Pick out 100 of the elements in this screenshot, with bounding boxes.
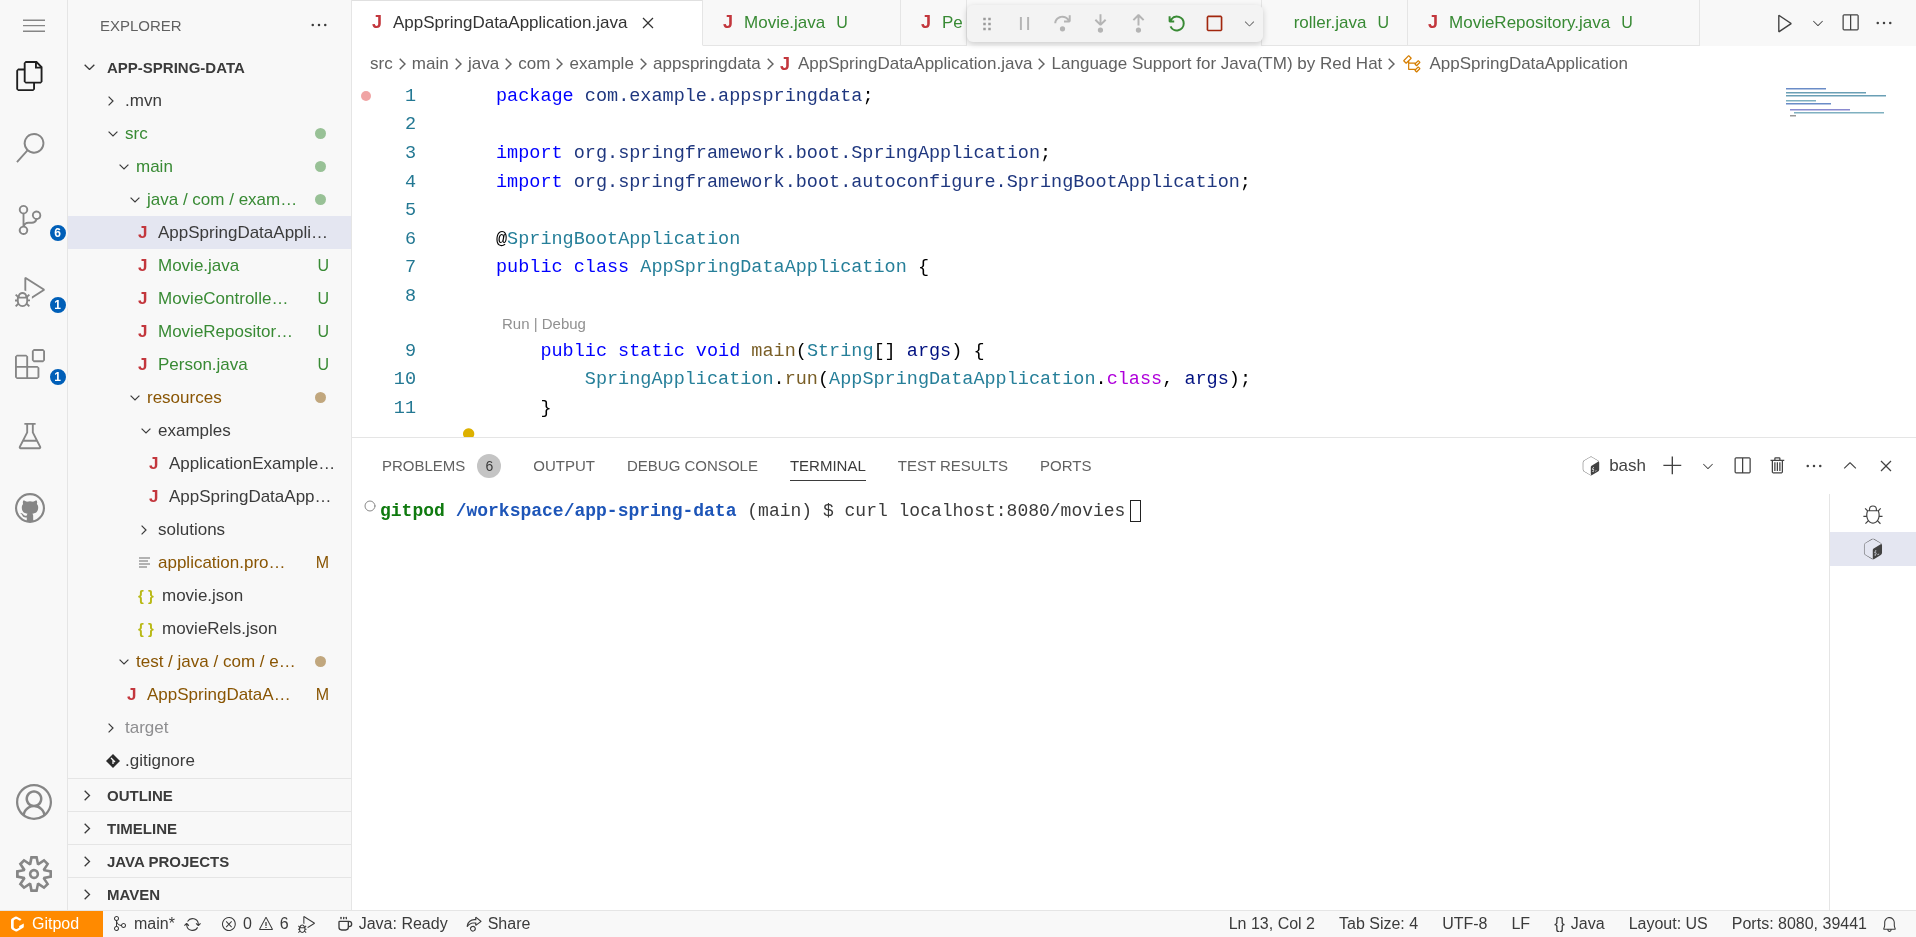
chevron-right-icon: [639, 58, 648, 70]
tree-item[interactable]: J AppSpringDataA… M: [68, 678, 351, 711]
octocat-icon[interactable]: [14, 493, 45, 523]
tree-item[interactable]: J Person.java U: [68, 348, 351, 381]
breadcrumb-item[interactable]: main: [411, 54, 449, 74]
git-status-letter: U: [317, 256, 329, 275]
breadcrumb-item[interactable]: Language Support for Java(TM) by Red Hat: [1051, 54, 1383, 74]
terminal-list-item[interactable]: [1830, 532, 1916, 566]
account-icon[interactable]: [15, 784, 52, 820]
tree-item[interactable]: J MovieControlle… U: [68, 282, 351, 315]
tree-item[interactable]: .mvn: [68, 84, 351, 117]
git-status-letter: U: [1377, 13, 1389, 32]
terminal-line: gitpod /workspace/app-spring-data (main) $ curl localhost:8080/movies: [380, 500, 1126, 522]
line-number: 9: [403, 340, 416, 362]
breadcrumb-item[interactable]: com: [518, 54, 551, 74]
tree-item[interactable]: { } movie.json: [68, 579, 351, 612]
settings-icon[interactable]: [15, 856, 52, 892]
status-item[interactable]: Ln 13, Col 2: [1218, 915, 1325, 933]
breadcrumb-item[interactable]: src: [370, 54, 393, 74]
git-status-letter: U: [1621, 13, 1633, 32]
share-button[interactable]: Share: [456, 915, 540, 933]
status-item[interactable]: LF: [1501, 915, 1541, 933]
panel-tab[interactable]: OUTPUT: [533, 451, 596, 481]
branch-icon: [112, 916, 128, 932]
java-status[interactable]: Java: Ready: [314, 915, 457, 933]
panel-tab[interactable]: TERMINAL: [789, 451, 866, 481]
panel-tab[interactable]: PROBLEMS 6: [382, 451, 502, 481]
breakpoint-dot[interactable]: [361, 91, 371, 102]
section-header[interactable]: OUTLINE: [68, 778, 351, 811]
restart-icon[interactable]: [1166, 13, 1187, 34]
tree-item[interactable]: resources: [68, 381, 351, 414]
bell-icon[interactable]: [1881, 915, 1898, 933]
java-icon: J: [372, 12, 382, 33]
status-item[interactable]: Tab Size: 4: [1329, 915, 1429, 933]
status-item[interactable]: UTF-8: [1432, 915, 1498, 933]
tree-item[interactable]: J MovieRepositor… U: [68, 315, 351, 348]
editor-tab[interactable]: roller.java U: [1262, 0, 1408, 46]
plus-icon[interactable]: [1662, 455, 1684, 477]
breadcrumb-item[interactable]: java: [467, 54, 500, 74]
lines-icon: [138, 555, 152, 570]
java-icon: J: [780, 53, 790, 75]
share-icon: [465, 916, 482, 932]
tree-item[interactable]: J ApplicationExample…: [68, 447, 351, 480]
tree-item[interactable]: java / com / exam…: [68, 183, 351, 216]
tree-item[interactable]: test / java / com / e…: [68, 645, 351, 678]
tree-item[interactable]: J AppSpringDataApp…: [68, 480, 351, 513]
tree-item[interactable]: .gitignore: [68, 744, 351, 777]
search-icon[interactable]: [14, 133, 45, 163]
coffee-icon: [336, 916, 353, 932]
status-item[interactable]: {} Java: [1544, 915, 1615, 933]
panel-tab[interactable]: DEBUG CONSOLE: [627, 451, 758, 481]
status-item[interactable]: Layout: US: [1618, 915, 1718, 933]
panel-tab[interactable]: TEST RESULTS: [897, 451, 1009, 481]
folder-header[interactable]: APP-SPRING-DATA: [68, 50, 351, 84]
branch-indicator[interactable]: main*: [103, 915, 184, 933]
java-icon: J: [138, 257, 158, 274]
split-editor-icon[interactable]: [1840, 13, 1860, 33]
editor-tab[interactable]: J Pe: [901, 0, 967, 46]
tree-item[interactable]: J Movie.java U: [68, 249, 351, 282]
chevron-right-icon: [556, 58, 564, 70]
tree-item[interactable]: application.pro… M: [68, 546, 351, 579]
breadcrumb-item[interactable]: appspringdata: [653, 54, 761, 74]
error-icon: [220, 916, 237, 932]
json-icon: { }: [138, 621, 162, 636]
breadcrumb-item[interactable]: AppSpringDataApplication: [1401, 54, 1628, 74]
line-number: 2: [403, 114, 416, 136]
sync-icon[interactable]: [183, 915, 201, 933]
tree-item[interactable]: src: [68, 117, 351, 150]
breadcrumb-item[interactable]: example: [569, 54, 634, 74]
section-header[interactable]: JAVA PROJECTS: [68, 844, 351, 877]
java-icon: J: [921, 12, 931, 33]
terminal-icon: [1862, 538, 1884, 560]
stop-icon[interactable]: [1204, 13, 1225, 34]
breadcrumb-item[interactable]: J AppSpringDataApplication.java: [780, 53, 1033, 75]
editor-tab[interactable]: J AppSpringDataApplication.java: [352, 0, 703, 46]
panel-tab[interactable]: PORTS: [1040, 451, 1092, 481]
java-icon: J: [138, 290, 158, 307]
tree-item[interactable]: main: [68, 150, 351, 183]
java-icon: J: [138, 323, 158, 340]
java-icon: J: [1428, 12, 1438, 33]
shell-selector[interactable]: bash: [1581, 456, 1646, 476]
chevron-right-icon: [1038, 58, 1046, 70]
tree-item[interactable]: examples: [68, 414, 351, 447]
code-line: public static void main(String[] args) {: [539, 340, 985, 362]
split-icon[interactable]: [1732, 456, 1752, 476]
chevron-right-icon: [454, 58, 462, 70]
blocks-icon[interactable]: [14, 349, 45, 379]
status-item[interactable]: Ports: 8080, 39441: [1721, 915, 1877, 933]
tree-item[interactable]: J AppSpringDataAppli…: [68, 216, 351, 249]
problems-indicator[interactable]: 0 6: [200, 915, 298, 933]
line-number: 1: [403, 85, 416, 107]
panel-title: EXPLORER: [100, 16, 182, 34]
play-bug-icon[interactable]: [297, 915, 315, 933]
files-icon[interactable]: [14, 61, 45, 91]
editor-tab[interactable]: J MovieRepository.java U: [1408, 0, 1700, 46]
tree-item[interactable]: { } movieRels.json: [68, 612, 351, 645]
tree-item[interactable]: solutions: [68, 513, 351, 546]
editor-tab[interactable]: J Movie.java U: [703, 0, 901, 46]
section-header[interactable]: TIMELINE: [68, 811, 351, 844]
code-line: import org.springframework.boot.autoconfigure.SpringBootApplication;: [495, 171, 1251, 193]
